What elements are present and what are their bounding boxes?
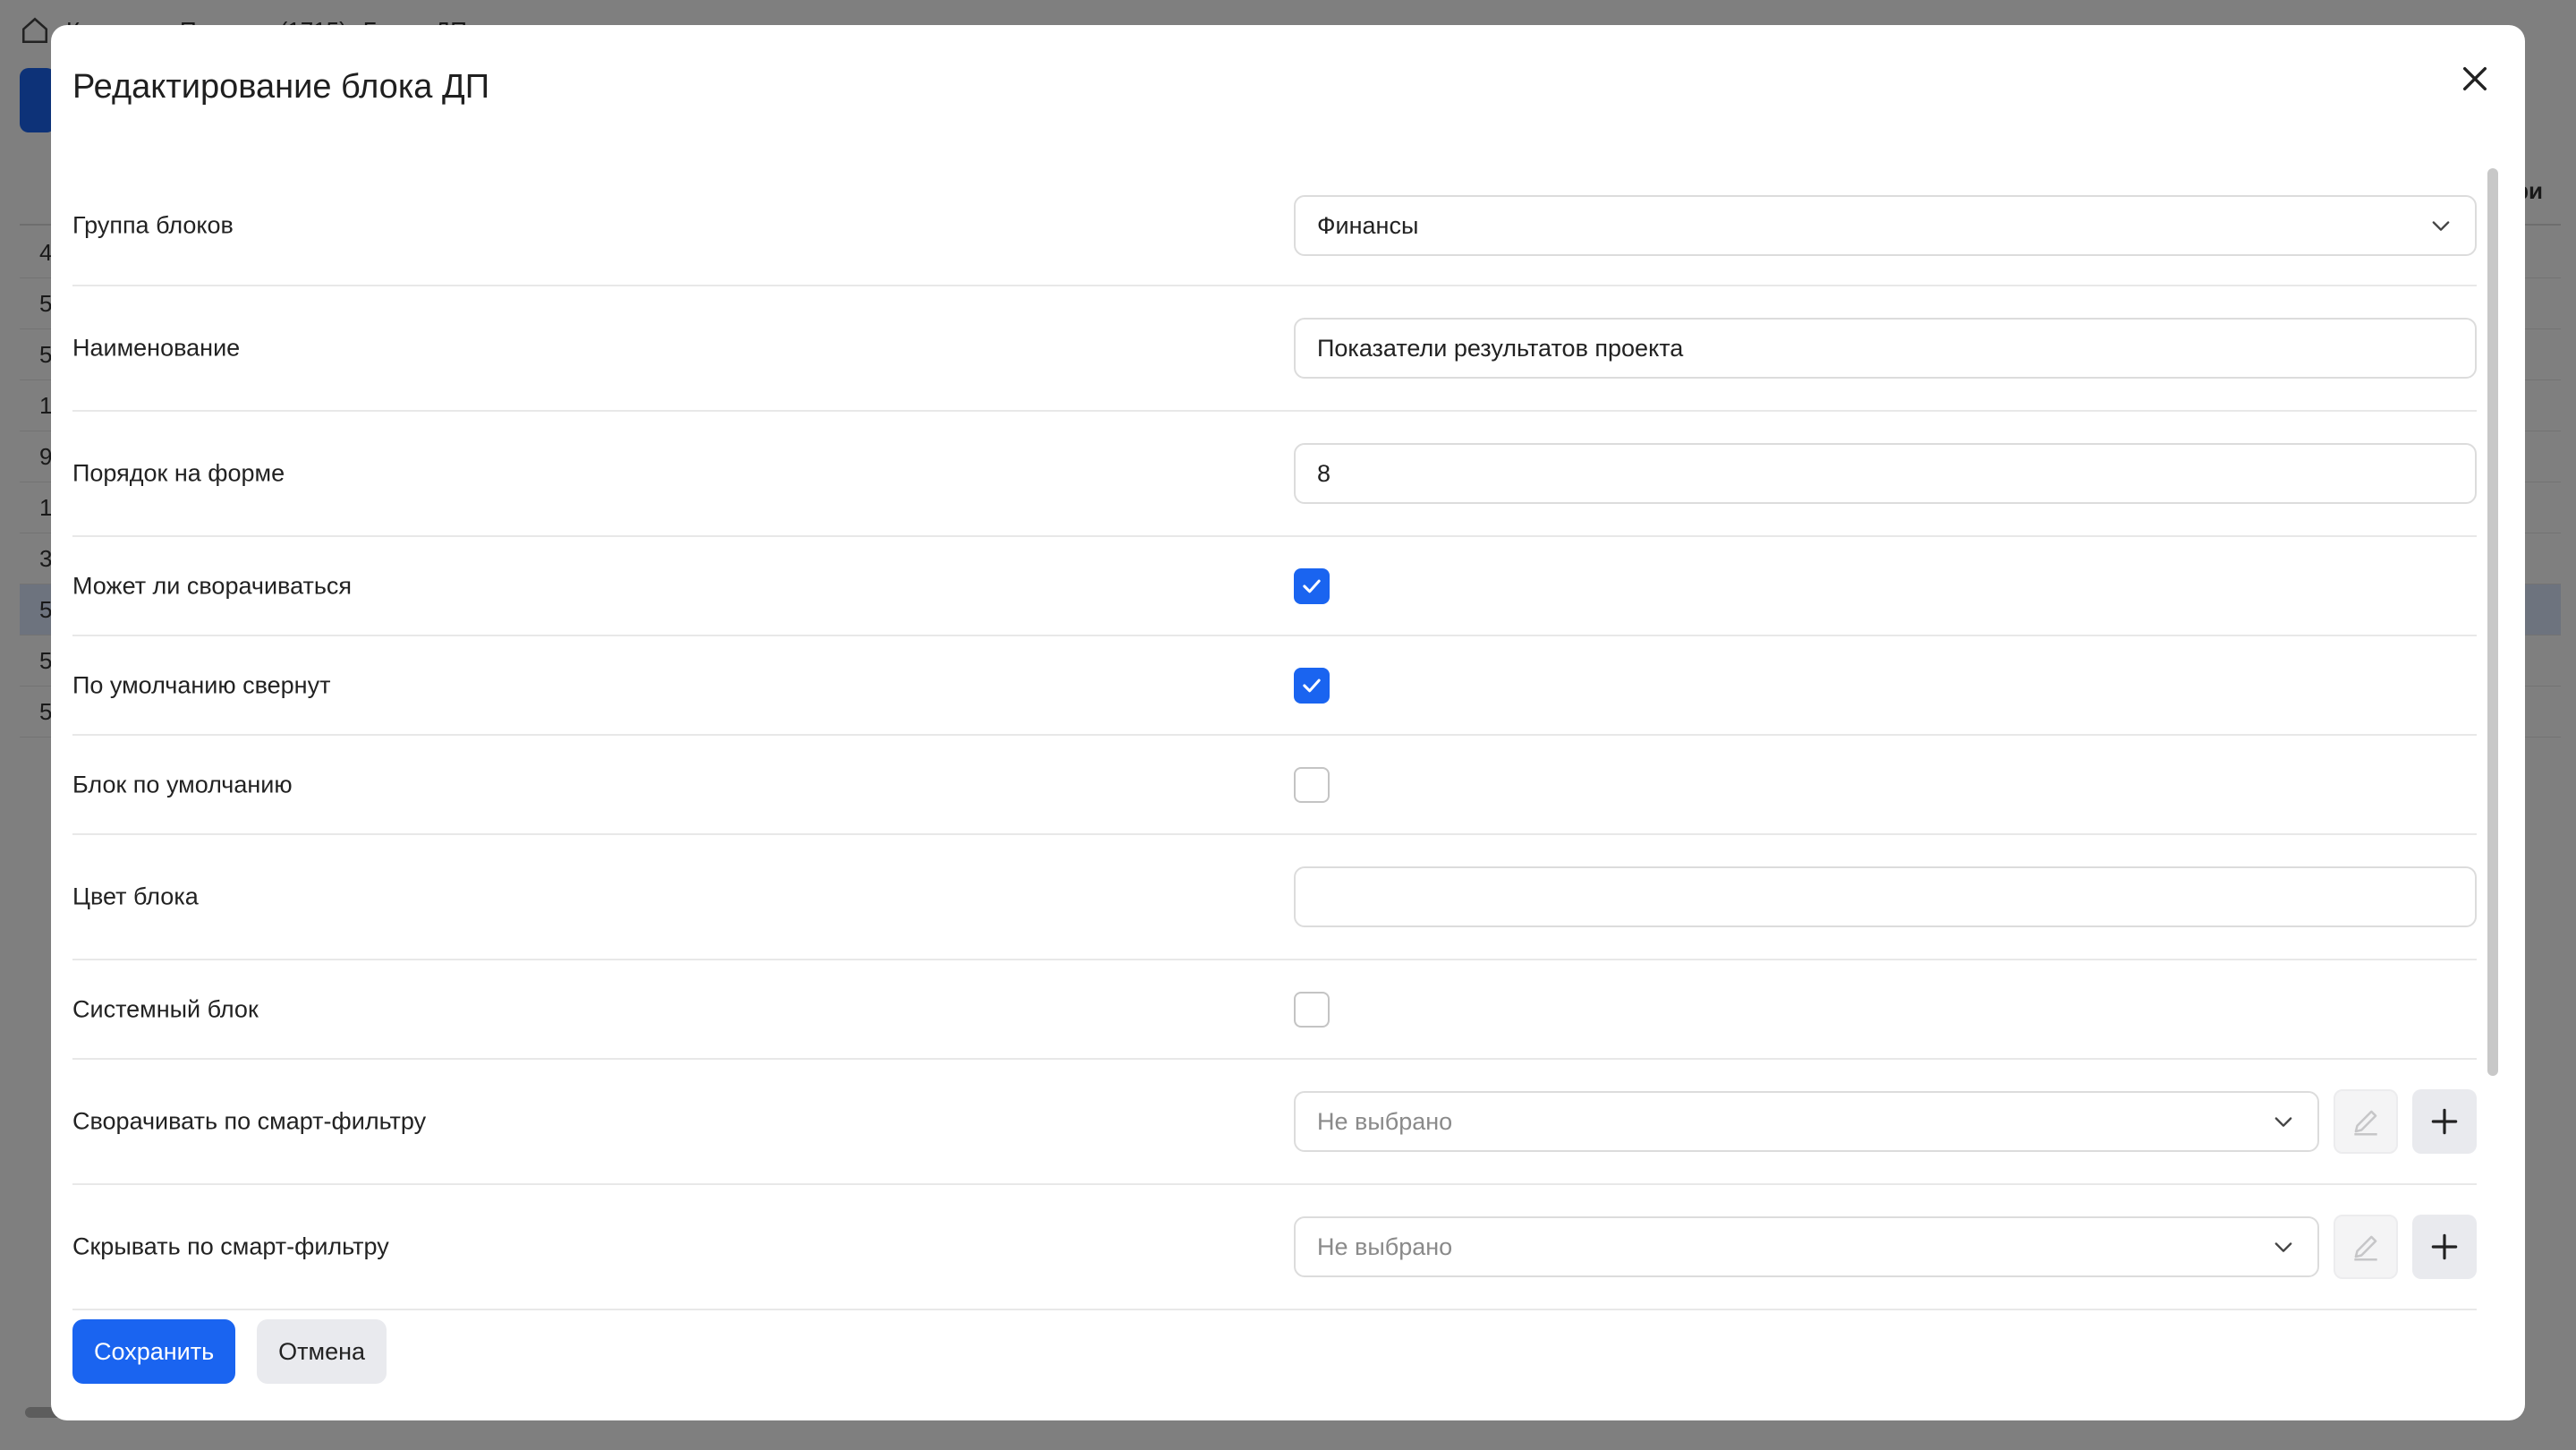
- field-label: Цвет блока: [72, 883, 199, 910]
- chevron-down-icon: [2432, 221, 2450, 231]
- dialog-footer: Сохранить Отмена: [72, 1319, 387, 1384]
- edit-filter-button[interactable]: [2334, 1215, 2398, 1279]
- check-icon: [1303, 579, 1321, 593]
- name-control: [1294, 318, 2477, 379]
- cancel-button[interactable]: Отмена: [257, 1319, 387, 1384]
- hide-filter-control: Не выбрано: [1294, 1215, 2477, 1279]
- form-body: Группа блоков Финансы Наименование Поряд…: [72, 141, 2525, 1335]
- field-label: Системный блок: [72, 995, 259, 1022]
- field-label: Скрывать по смарт-фильтру: [72, 1232, 389, 1260]
- system-block-control: [1294, 991, 1330, 1028]
- vertical-scrollbar[interactable]: [2487, 168, 2498, 1076]
- name-input[interactable]: [1294, 318, 2477, 379]
- check-icon: [1303, 678, 1321, 692]
- placeholder-text: Не выбрано: [1317, 1107, 1453, 1135]
- order-control: [1294, 443, 2477, 504]
- chevron-down-icon: [2274, 1242, 2292, 1252]
- chevron-down-icon: [2274, 1117, 2292, 1127]
- field-row-name: Наименование: [72, 286, 2477, 412]
- plus-icon: [2431, 1108, 2458, 1135]
- edit-block-dialog: Редактирование блока ДП Группа блоков Фи…: [51, 25, 2525, 1420]
- field-row-partial: [72, 1310, 2477, 1335]
- field-label: Наименование: [72, 334, 241, 362]
- add-filter-button[interactable]: [2412, 1089, 2477, 1154]
- close-button[interactable]: [2450, 54, 2500, 104]
- selected-value: Финансы: [1317, 211, 1419, 239]
- edit-filter-button[interactable]: [2334, 1089, 2398, 1154]
- hide-filter-dropdown[interactable]: Не выбрано: [1294, 1216, 2319, 1277]
- placeholder-text: Не выбрано: [1317, 1232, 1453, 1260]
- color-control: [1294, 866, 2477, 927]
- add-filter-button[interactable]: [2412, 1215, 2477, 1279]
- field-row-hide-filter: Скрывать по смарт-фильтру Не выбрано: [72, 1185, 2477, 1310]
- system-block-checkbox[interactable]: [1294, 991, 1330, 1028]
- field-label: По умолчанию свернут: [72, 671, 331, 698]
- field-row-order: Порядок на форме: [72, 412, 2477, 537]
- field-row-system-block: Системный блок: [72, 960, 2477, 1060]
- order-input[interactable]: [1294, 443, 2477, 504]
- field-label: Может ли сворачиваться: [72, 572, 353, 599]
- collapsed-default-checkbox[interactable]: [1294, 667, 1330, 704]
- collapsible-control: [1294, 567, 1330, 604]
- block-group-select[interactable]: Финансы: [1294, 195, 2477, 256]
- edit-icon: [2354, 1110, 2377, 1136]
- field-row-collapse-filter: Сворачивать по смарт-фильтру Не выбрано: [72, 1060, 2477, 1185]
- collapsed-default-control: [1294, 667, 1330, 704]
- block-group-dropdown[interactable]: Финансы: [1294, 195, 2477, 256]
- field-row-block-group: Группа блоков Финансы: [72, 141, 2477, 286]
- collapse-filter-control: Не выбрано: [1294, 1089, 2477, 1154]
- default-block-control: [1294, 766, 1330, 803]
- field-label: Группа блоков: [72, 211, 234, 239]
- field-row-default-block: Блок по умолчанию: [72, 736, 2477, 835]
- plus-icon: [2431, 1233, 2458, 1260]
- save-button[interactable]: Сохранить: [72, 1319, 236, 1384]
- field-label: Порядок на форме: [72, 459, 285, 487]
- field-label: Сворачивать по смарт-фильтру: [72, 1107, 427, 1135]
- field-row-color: Цвет блока: [72, 835, 2477, 960]
- dialog-title: Редактирование блока ДП: [72, 68, 490, 106]
- collapsible-checkbox[interactable]: [1294, 567, 1330, 604]
- field-row-collapsible: Может ли сворачиваться: [72, 537, 2477, 636]
- color-input[interactable]: [1294, 866, 2477, 927]
- close-icon: [2462, 66, 2487, 91]
- field-row-collapsed-default: По умолчанию свернут: [72, 636, 2477, 736]
- collapse-filter-dropdown[interactable]: Не выбрано: [1294, 1091, 2319, 1152]
- field-label: Блок по умолчанию: [72, 771, 293, 798]
- default-block-checkbox[interactable]: [1294, 766, 1330, 803]
- edit-icon: [2354, 1235, 2377, 1261]
